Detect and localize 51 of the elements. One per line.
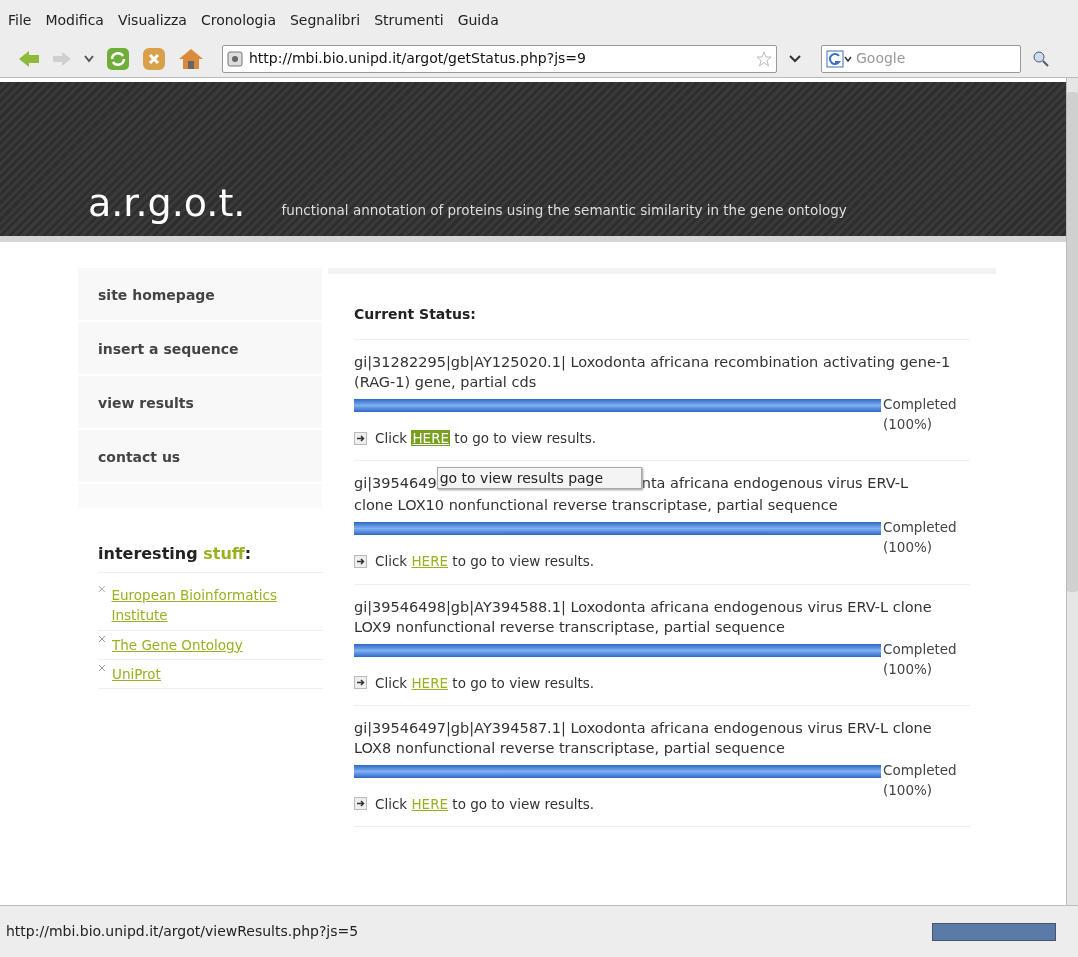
site-logo[interactable]: a.r.g.o.t. — [88, 184, 246, 222]
search-icon[interactable] — [1033, 50, 1049, 67]
result-link-sentence: Click HERE to go to view results. — [375, 429, 597, 448]
reload-icon[interactable] — [106, 46, 130, 71]
scrollbar[interactable] — [1066, 78, 1078, 905]
result-link-sentence: Click HERE to go to view results. — [375, 673, 595, 693]
menu-item[interactable]: Cronologia — [200, 9, 276, 31]
page-icon — [227, 50, 243, 67]
job-title: gi|39546498|gb|AY394588.1| Loxodonta africana endogenous virus ERV-L clone LOX9 nonfunctional reverse transcriptase, partial sequence — [354, 597, 933, 637]
cross-icon — [98, 634, 106, 643]
menu-item[interactable]: Visualizza — [117, 9, 187, 31]
tooltip: go to view results page — [436, 467, 642, 490]
status-text: Completed — [883, 518, 957, 538]
menu-item[interactable]: Segnalibri — [289, 9, 361, 31]
star-icon[interactable] — [756, 50, 772, 67]
search-input[interactable]: Google — [856, 48, 1016, 69]
expand-icon[interactable] — [354, 797, 367, 811]
percent-text: (100%) — [883, 780, 934, 800]
cross-icon — [98, 585, 106, 593]
job-title: clone LOX10 nonfunctional reverse transcriptase, partial sequence — [354, 496, 839, 516]
status-text: Completed — [883, 639, 957, 659]
job-title: gi|3954649 — [354, 474, 437, 494]
expand-icon[interactable] — [354, 431, 367, 445]
address-field[interactable]: http://mbi.bio.unipd.it/argot/getStatus.php?js=9 — [222, 44, 777, 73]
status-title: Current Status: — [354, 304, 970, 340]
result-link-sentence: Click HERE to go to view results. — [375, 552, 595, 572]
links-title: interesting stuff: — [98, 542, 323, 573]
percent-text: (100%) — [883, 538, 934, 558]
status-bar-text: http://mbi.bio.unipd.it/argot/viewResults.php?js=5 — [6, 922, 359, 941]
menu-item[interactable]: Strumenti — [374, 9, 444, 31]
cross-icon — [98, 663, 106, 672]
result-link-sentence: Click HERE to go to view results. — [375, 794, 595, 814]
search-engine-icon[interactable] — [826, 49, 852, 68]
home-icon[interactable] — [178, 47, 204, 70]
dropdown-icon[interactable] — [789, 54, 801, 63]
menu-item[interactable]: Guida — [457, 9, 499, 31]
search-field[interactable]: Google — [821, 44, 1021, 73]
percent-text: (100%) — [883, 415, 934, 434]
dropdown-icon[interactable] — [84, 54, 94, 63]
job-title: gi|31282295|gb|AY125020.1| Loxodonta africana recombination activating gene-1 (RAG-1) gene, partial cds — [354, 353, 952, 392]
expand-icon[interactable] — [354, 554, 367, 568]
percent-text: (100%) — [883, 659, 934, 679]
job-title: nta africana endogenous virus ERV-L — [641, 474, 909, 494]
status-text: Completed — [883, 395, 957, 414]
menu-item[interactable]: File — [8, 9, 32, 31]
job-title: gi|39546497|gb|AY394587.1| Loxodonta africana endogenous virus ERV-L clone LOX8 nonfunctional reverse transcriptase, partial sequence — [354, 718, 933, 758]
tagline: functional annotation of proteins using the semantic similarity in the gene ontology — [281, 200, 847, 220]
expand-icon[interactable] — [354, 676, 367, 690]
url-text: http://mbi.bio.unipd.it/argot/getStatus.php?js=9 — [249, 49, 587, 68]
menu-item[interactable]: Modifica — [45, 9, 104, 31]
status-text: Completed — [883, 760, 957, 780]
